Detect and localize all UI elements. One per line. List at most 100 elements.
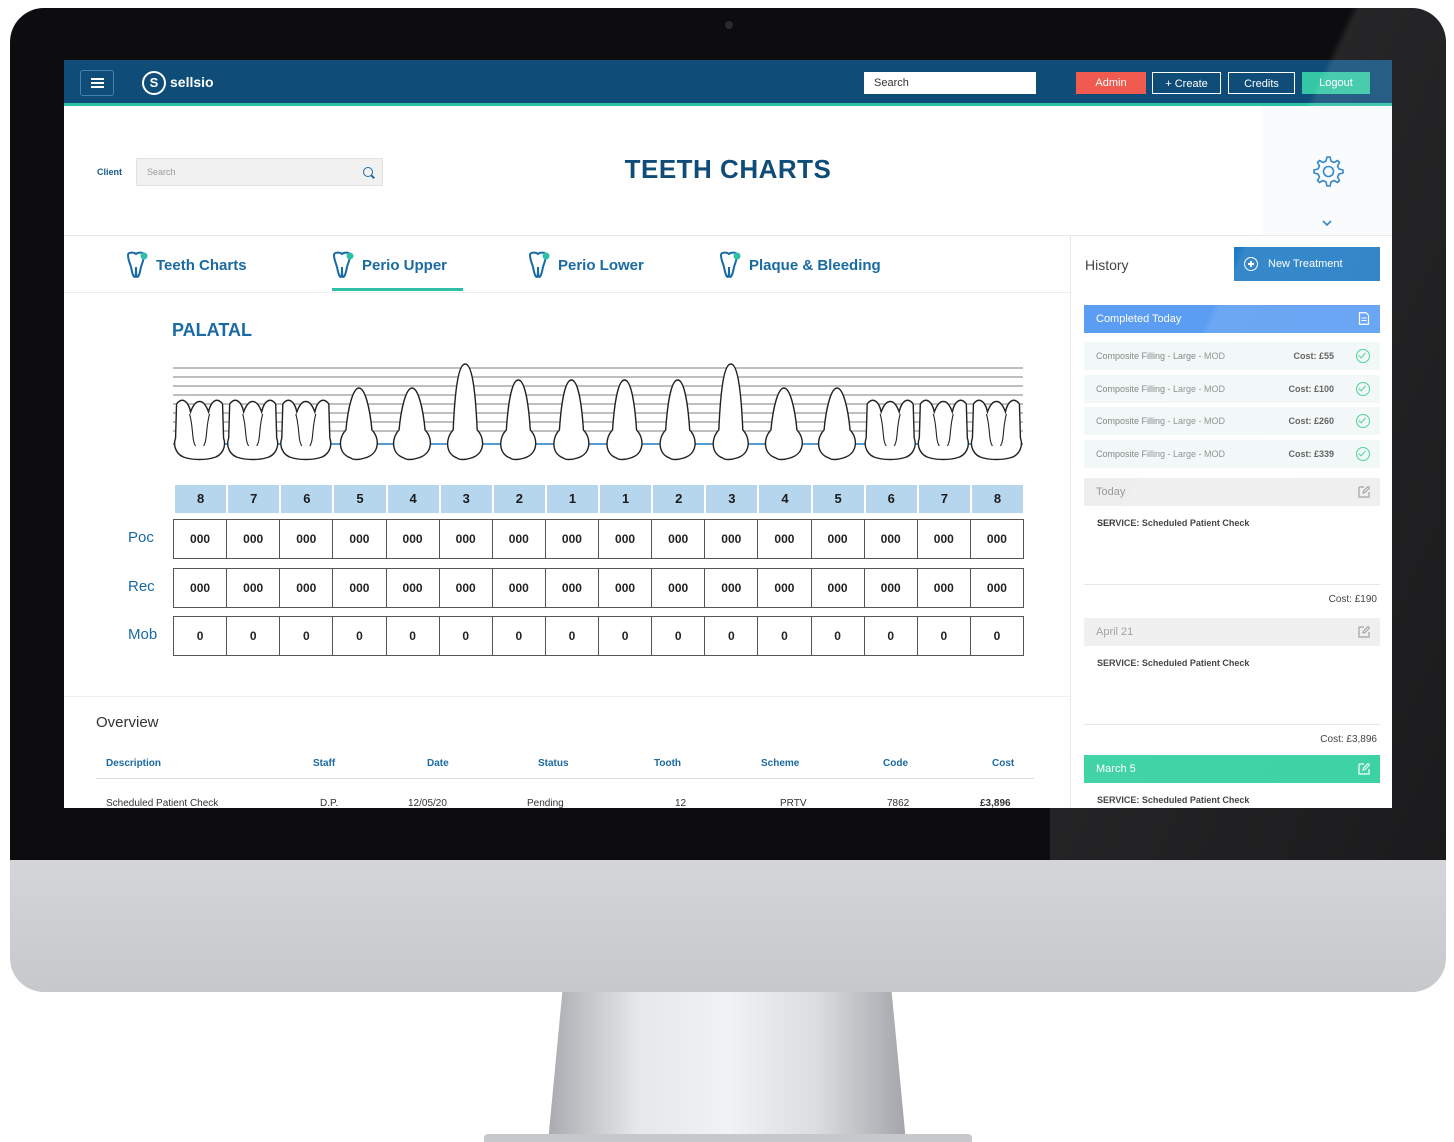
tooth-outline[interactable]	[817, 387, 857, 461]
global-search-input[interactable]	[864, 72, 1036, 94]
perio-cell-poc[interactable]: 000	[757, 519, 812, 559]
history-entry-header[interactable]: Today	[1084, 478, 1380, 506]
admin-button[interactable]: Admin	[1076, 72, 1146, 94]
perio-cell-rec[interactable]: 000	[438, 568, 493, 608]
perio-cell-rec[interactable]: 000	[651, 568, 706, 608]
perio-cell-rec[interactable]: 000	[757, 568, 812, 608]
tab-plaque-bleeding[interactable]: Plaque & Bleeding	[717, 248, 881, 282]
column-header-staff[interactable]: Staff	[313, 758, 335, 769]
column-header-date[interactable]: Date	[427, 758, 449, 769]
tooth-outline[interactable]	[339, 387, 378, 461]
new-treatment-button[interactable]: New Treatment	[1234, 247, 1380, 281]
column-header-cost[interactable]: Cost	[992, 758, 1014, 769]
perio-cell-mob[interactable]: 0	[438, 616, 493, 656]
column-header-status[interactable]: Status	[538, 758, 569, 769]
perio-cell-poc[interactable]: 000	[544, 519, 599, 559]
treatment-item[interactable]: Composite Filling - Large - MOD Cost: £1…	[1084, 375, 1380, 403]
perio-cell-rec[interactable]: 000	[704, 568, 759, 608]
menu-icon[interactable]	[80, 70, 114, 96]
column-header-code[interactable]: Code	[883, 758, 908, 769]
perio-cell-rec[interactable]: 000	[332, 568, 387, 608]
perio-cell-poc[interactable]: 000	[810, 519, 865, 559]
perio-cell-mob[interactable]: 0	[598, 616, 653, 656]
perio-cell-mob[interactable]: 0	[863, 616, 918, 656]
perio-cell-poc[interactable]: 000	[438, 519, 493, 559]
perio-cell-mob[interactable]: 0	[969, 616, 1024, 656]
tooth-outline[interactable]	[712, 363, 749, 461]
tooth-outline[interactable]	[917, 399, 969, 461]
perio-cell-mob[interactable]: 0	[491, 616, 546, 656]
history-entry-header[interactable]: April 21	[1084, 618, 1380, 646]
perio-cell-mob[interactable]: 0	[544, 616, 599, 656]
perio-cell-poc[interactable]: 000	[226, 519, 281, 559]
completed-today-bar[interactable]: Completed Today	[1084, 305, 1380, 333]
teeth-diagram[interactable]	[164, 360, 1034, 470]
perio-cell-poc[interactable]: 000	[491, 519, 546, 559]
edit-icon[interactable]	[1358, 625, 1370, 638]
tooth-outline[interactable]	[764, 387, 803, 461]
tooth-outline[interactable]	[553, 379, 590, 461]
tooth-outline[interactable]	[392, 387, 432, 461]
perio-cell-mob[interactable]: 0	[279, 616, 334, 656]
tooth-outline[interactable]	[446, 363, 484, 461]
perio-cell-mob[interactable]: 0	[226, 616, 281, 656]
perio-cell-mob[interactable]: 0	[757, 616, 812, 656]
column-header-scheme[interactable]: Scheme	[761, 758, 799, 769]
perio-cell-poc[interactable]: 000	[279, 519, 334, 559]
perio-cell-rec[interactable]: 000	[491, 568, 546, 608]
perio-cell-rec[interactable]: 000	[385, 568, 440, 608]
perio-cell-poc[interactable]: 000	[332, 519, 387, 559]
perio-cell-mob[interactable]: 0	[173, 616, 228, 656]
perio-cell-rec[interactable]: 000	[544, 568, 599, 608]
treatment-item[interactable]: Composite Filling - Large - MOD Cost: £5…	[1084, 342, 1380, 370]
perio-cell-poc[interactable]: 000	[704, 519, 759, 559]
treatment-item[interactable]: Composite Filling - Large - MOD Cost: £2…	[1084, 407, 1380, 435]
tooth-outline[interactable]	[864, 399, 916, 461]
perio-cell-poc[interactable]: 000	[969, 519, 1024, 559]
credits-button[interactable]: Credits	[1228, 72, 1295, 94]
perio-cell-poc[interactable]: 000	[173, 519, 228, 559]
perio-cell-rec[interactable]: 000	[863, 568, 918, 608]
gear-icon[interactable]	[1310, 154, 1344, 188]
tab-perio-lower[interactable]: Perio Lower	[526, 248, 644, 282]
perio-cell-poc[interactable]: 000	[863, 519, 918, 559]
tooth-outline[interactable]	[606, 379, 643, 461]
perio-cell-rec[interactable]: 000	[226, 568, 281, 608]
tooth-outline[interactable]	[173, 399, 226, 461]
tooth-outline[interactable]	[970, 399, 1023, 461]
column-header-tooth[interactable]: Tooth	[654, 758, 681, 769]
perio-cell-poc[interactable]: 000	[916, 519, 971, 559]
document-icon[interactable]	[1358, 312, 1370, 325]
edit-icon[interactable]	[1358, 762, 1370, 775]
perio-cell-rec[interactable]: 000	[969, 568, 1024, 608]
tooth-outline[interactable]	[280, 399, 332, 461]
treatment-item[interactable]: Composite Filling - Large - MOD Cost: £3…	[1084, 440, 1380, 468]
perio-cell-mob[interactable]: 0	[810, 616, 865, 656]
perio-cell-mob[interactable]: 0	[704, 616, 759, 656]
perio-cell-poc[interactable]: 000	[598, 519, 653, 559]
perio-cell-mob[interactable]: 0	[651, 616, 706, 656]
perio-cell-mob[interactable]: 0	[332, 616, 387, 656]
perio-cell-rec[interactable]: 000	[598, 568, 653, 608]
tab-perio-upper[interactable]: Perio Upper	[330, 248, 447, 282]
tooth-number-header: 7	[226, 485, 280, 513]
chevron-down-icon[interactable]	[1320, 218, 1334, 228]
tooth-number-header: 2	[651, 485, 705, 513]
perio-cell-poc[interactable]: 000	[385, 519, 440, 559]
tooth-outline[interactable]	[659, 379, 696, 461]
perio-cell-poc[interactable]: 000	[651, 519, 706, 559]
tooth-outline[interactable]	[227, 399, 279, 461]
perio-cell-mob[interactable]: 0	[916, 616, 971, 656]
perio-cell-rec[interactable]: 000	[916, 568, 971, 608]
history-entry-header[interactable]: March 5	[1084, 755, 1380, 783]
perio-cell-rec[interactable]: 000	[810, 568, 865, 608]
tab-teeth-charts[interactable]: Teeth Charts	[124, 248, 247, 282]
tooth-outline[interactable]	[500, 379, 537, 461]
edit-icon[interactable]	[1358, 485, 1370, 498]
perio-cell-rec[interactable]: 000	[279, 568, 334, 608]
column-header-description[interactable]: Description	[106, 758, 161, 769]
perio-cell-mob[interactable]: 0	[385, 616, 440, 656]
create-button[interactable]: + Create	[1152, 72, 1221, 94]
perio-cell-rec[interactable]: 000	[173, 568, 228, 608]
logout-button[interactable]: Logout	[1302, 72, 1370, 94]
